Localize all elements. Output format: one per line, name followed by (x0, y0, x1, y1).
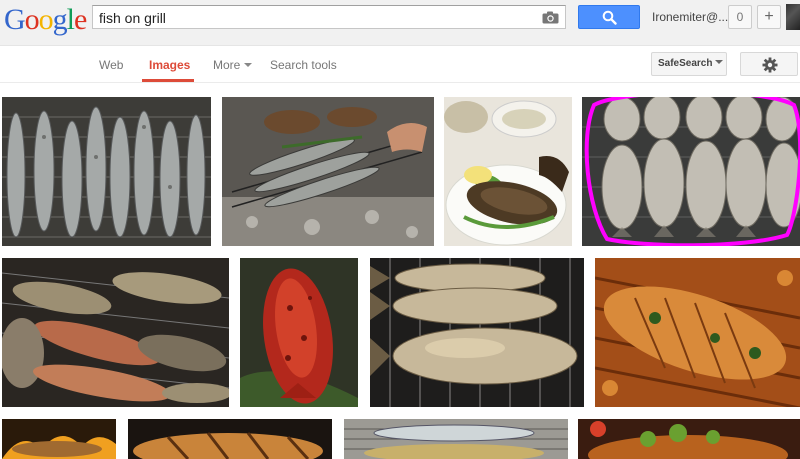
image-result[interactable] (444, 97, 572, 246)
top-bar: Google Ironemiter@... 0 + (0, 0, 800, 46)
google-images-page: Google Ironemiter@... 0 + Web (0, 0, 800, 459)
logo-letter: G (4, 3, 26, 36)
logo-letter: l (66, 3, 75, 36)
camera-icon[interactable] (542, 11, 559, 24)
grilled-fish-in-basket-image (595, 258, 800, 407)
fish-grilling-over-coals-image (222, 97, 434, 246)
search-input[interactable] (99, 9, 529, 26)
search-icon (602, 10, 617, 25)
chevron-down-icon (244, 63, 253, 67)
logo-letter: o (38, 3, 54, 36)
image-result[interactable] (344, 419, 568, 459)
gear-icon (762, 57, 778, 73)
sardines-on-grill-image (2, 97, 211, 246)
image-result[interactable] (240, 258, 358, 407)
spiced-red-fish-image (240, 258, 358, 407)
logo-letter: g (52, 3, 68, 36)
search-box (92, 5, 566, 29)
settings-button[interactable] (740, 52, 798, 76)
image-result[interactable] (578, 419, 800, 459)
account-name[interactable]: Ironemiter@... (652, 10, 728, 24)
avatar[interactable] (786, 4, 800, 30)
fish-over-flames-image (2, 419, 116, 459)
mixed-fish-on-grill-image (2, 258, 229, 407)
image-result[interactable] (2, 97, 211, 246)
safesearch-label: SafeSearch (658, 58, 713, 69)
image-result[interactable] (370, 258, 584, 407)
logo-letter: e (74, 3, 87, 36)
image-result[interactable] (222, 97, 434, 246)
plated-grilled-fish-image (444, 97, 572, 246)
logo-letter: o (24, 3, 40, 36)
search-button[interactable] (578, 5, 640, 29)
tab-images[interactable]: Images (149, 58, 190, 72)
image-result[interactable] (2, 419, 116, 459)
tab-web[interactable]: Web (99, 58, 123, 72)
safesearch-dropdown[interactable]: SafeSearch (651, 52, 727, 76)
image-result[interactable] (582, 97, 800, 246)
grill-marked-fish-image (128, 419, 332, 459)
image-result[interactable] (595, 258, 800, 407)
image-result[interactable] (2, 258, 229, 407)
tab-search-tools[interactable]: Search tools (270, 58, 337, 72)
image-result[interactable] (128, 419, 332, 459)
tab-more[interactable]: More (213, 58, 253, 72)
fish-on-wire-rack-image (370, 258, 584, 407)
active-tab-indicator (142, 79, 194, 82)
herbed-fish-image (578, 419, 800, 459)
google-logo[interactable]: Google (4, 3, 87, 36)
grilled-fish-circled-image (582, 97, 800, 246)
notification-count[interactable]: 0 (728, 5, 752, 29)
tab-more-label: More (213, 58, 241, 72)
chevron-down-icon (715, 60, 724, 64)
fish-on-grate-image (344, 419, 568, 459)
search-nav-bar: Web Images More Search tools SafeSearch (0, 47, 800, 83)
share-button[interactable]: + (757, 5, 781, 29)
